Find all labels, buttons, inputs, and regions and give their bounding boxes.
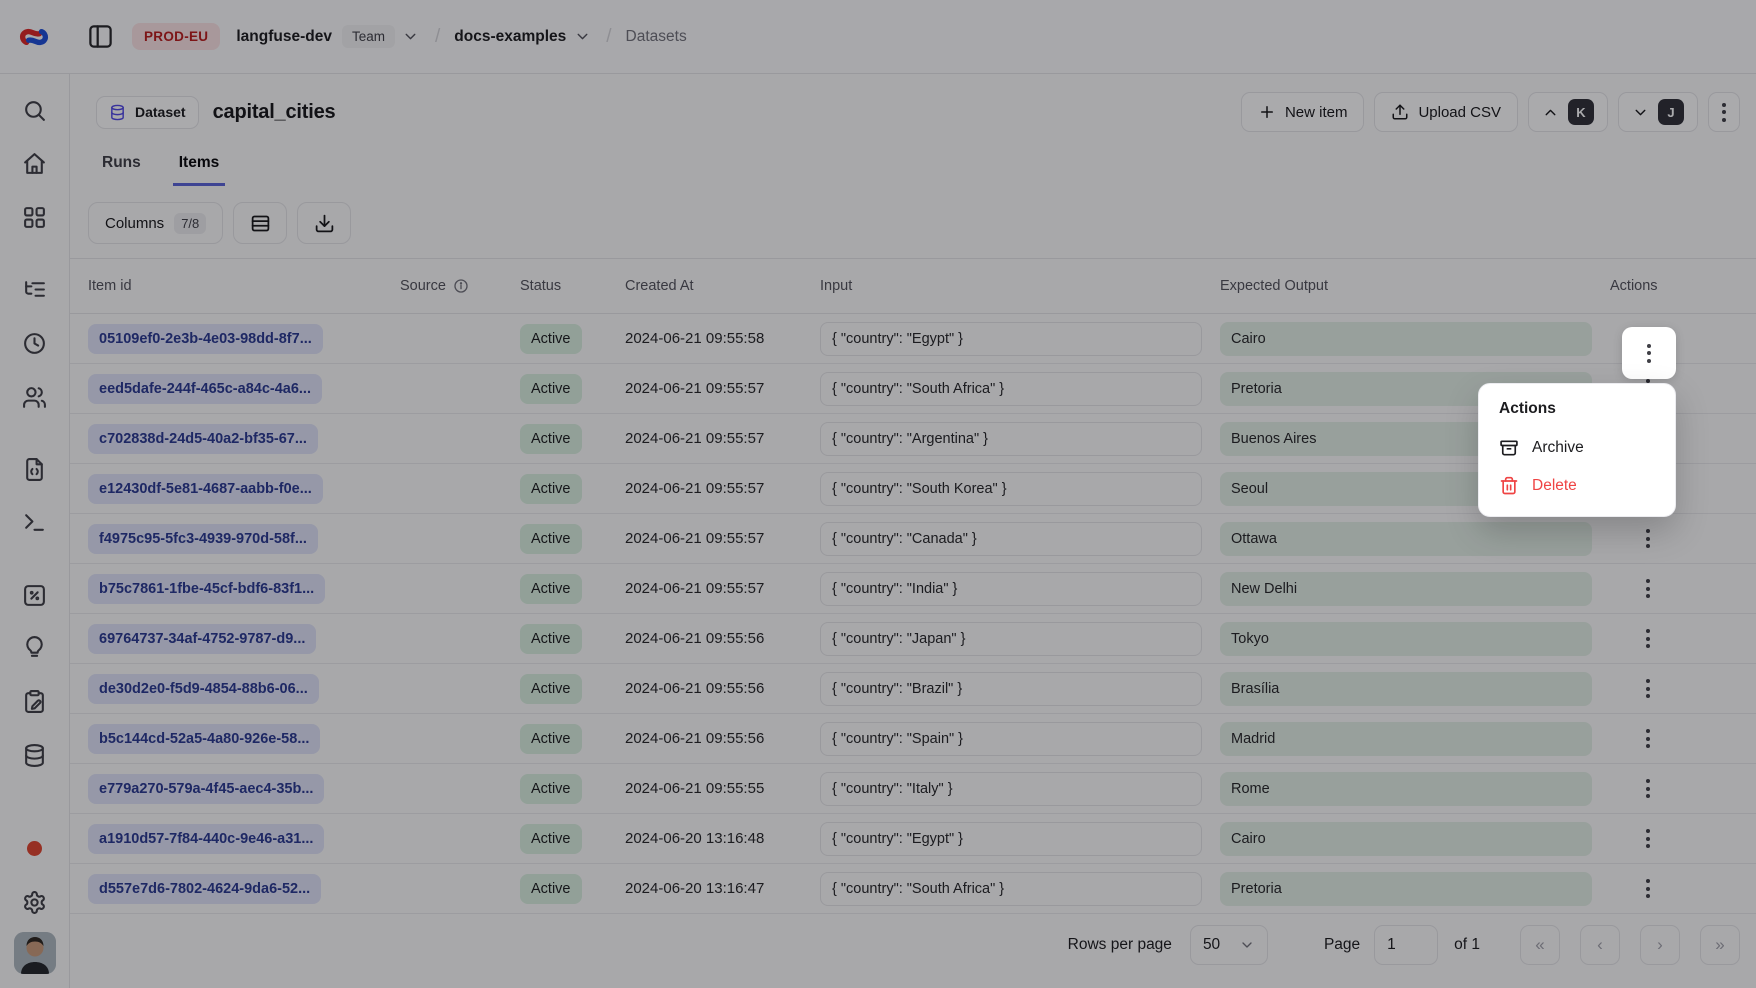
actions-menu: Actions Archive Delete [1478, 383, 1676, 517]
menu-item-archive[interactable]: Archive [1488, 429, 1666, 467]
kebab-menu-icon [1647, 344, 1651, 363]
row-actions-button-active[interactable] [1622, 327, 1676, 379]
menu-item-delete[interactable]: Delete [1488, 467, 1666, 505]
actions-menu-title: Actions [1488, 397, 1666, 429]
trash-icon [1499, 476, 1519, 496]
archive-icon [1499, 438, 1519, 458]
